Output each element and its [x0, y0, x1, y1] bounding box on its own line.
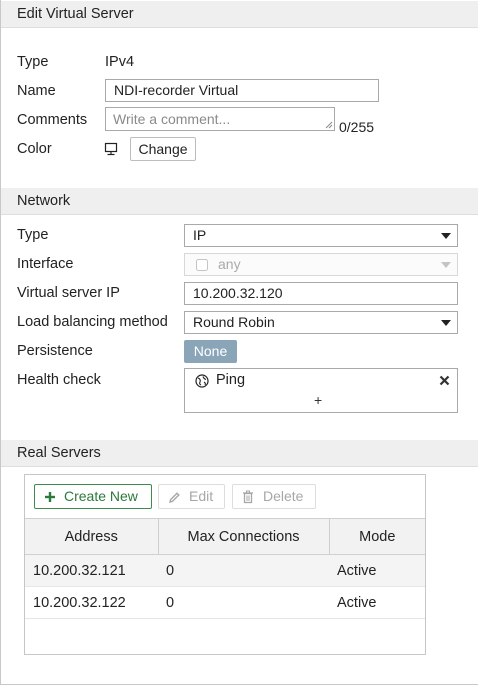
real-servers-section-title: Real Servers — [17, 445, 101, 461]
network-section-header: Network — [1, 188, 478, 215]
dialog-title: Edit Virtual Server — [1, 1, 478, 28]
column-header-address[interactable]: Address — [25, 518, 159, 555]
checkbox-icon — [196, 259, 208, 271]
network-type-select[interactable]: IP — [184, 224, 458, 247]
dialog-title-text: Edit Virtual Server — [17, 6, 134, 22]
cell-max-connections: 0 — [158, 586, 329, 619]
color-change-button[interactable]: Change — [130, 137, 196, 161]
persistence-none-toggle[interactable]: None — [184, 340, 237, 363]
delete-label: Delete — [263, 488, 304, 504]
color-change-label: Change — [138, 141, 188, 157]
real-servers-table-frame: Create New Edit Delete Address Max Conne… — [24, 474, 426, 655]
column-header-max-connections[interactable]: Max Connections — [158, 518, 330, 555]
persistence-value: None — [193, 343, 228, 359]
table-header-row: Address Max Connections Mode — [25, 518, 425, 555]
plus-icon — [45, 492, 55, 502]
cell-mode: Active — [329, 586, 425, 619]
vip-input[interactable]: 10.200.32.120 — [184, 282, 458, 305]
network-type-label: Type — [17, 227, 49, 243]
real-servers-table: Address Max Connections Mode 10.200.32.1… — [25, 518, 425, 619]
network-type-value: IP — [193, 227, 207, 243]
comments-placeholder: Write a comment... — [113, 111, 231, 127]
health-check-add-button[interactable]: + — [314, 392, 322, 408]
delete-button[interactable]: Delete — [232, 484, 316, 509]
comments-label: Comments — [17, 112, 88, 128]
trash-icon — [243, 490, 253, 504]
resize-grip-icon[interactable] — [325, 121, 333, 129]
persistence-label: Persistence — [17, 343, 93, 359]
chevron-down-icon — [441, 320, 451, 326]
lb-method-label: Load balancing method — [17, 314, 168, 330]
edit-button[interactable]: Edit — [158, 484, 225, 509]
interface-label: Interface — [17, 256, 74, 272]
name-input[interactable]: NDI-recorder Virtual — [105, 79, 379, 102]
cell-mode: Active — [329, 554, 425, 587]
name-label: Name — [17, 83, 56, 99]
name-input-value: NDI-recorder Virtual — [114, 82, 239, 98]
health-check-box[interactable]: Ping + — [184, 368, 458, 413]
comments-counter: 0/255 — [339, 119, 375, 135]
chevron-down-icon — [441, 262, 451, 268]
cell-max-connections: 0 — [158, 554, 329, 587]
health-check-item: Ping — [216, 372, 246, 388]
cell-address: 10.200.32.121 — [25, 554, 158, 587]
create-new-button[interactable]: Create New — [34, 484, 152, 509]
globe-icon — [195, 374, 209, 388]
create-new-label: Create New — [64, 488, 138, 504]
table-row[interactable]: 10.200.32.121 0 Active — [25, 554, 425, 587]
edit-label: Edit — [189, 488, 214, 504]
monitor-icon — [104, 142, 118, 156]
color-label: Color — [17, 141, 52, 157]
health-check-label: Health check — [17, 372, 101, 388]
type-value: IPv4 — [105, 54, 135, 70]
pencil-icon — [169, 492, 180, 503]
column-header-mode[interactable]: Mode — [329, 518, 425, 555]
interface-value: any — [218, 256, 241, 272]
table-row[interactable]: 10.200.32.122 0 Active — [25, 586, 425, 619]
chevron-down-icon — [441, 233, 451, 239]
vip-input-value: 10.200.32.120 — [193, 285, 283, 301]
interface-select: any — [184, 253, 458, 276]
close-icon[interactable] — [439, 375, 450, 386]
lb-method-select[interactable]: Round Robin — [184, 311, 458, 334]
vip-label: Virtual server IP — [17, 285, 120, 301]
lb-method-value: Round Robin — [193, 314, 275, 330]
type-label: Type — [17, 54, 49, 70]
cell-address: 10.200.32.122 — [25, 586, 158, 619]
real-servers-section-header: Real Servers — [1, 440, 478, 467]
comments-textarea[interactable]: Write a comment... — [105, 107, 335, 131]
network-section-title: Network — [17, 193, 71, 209]
